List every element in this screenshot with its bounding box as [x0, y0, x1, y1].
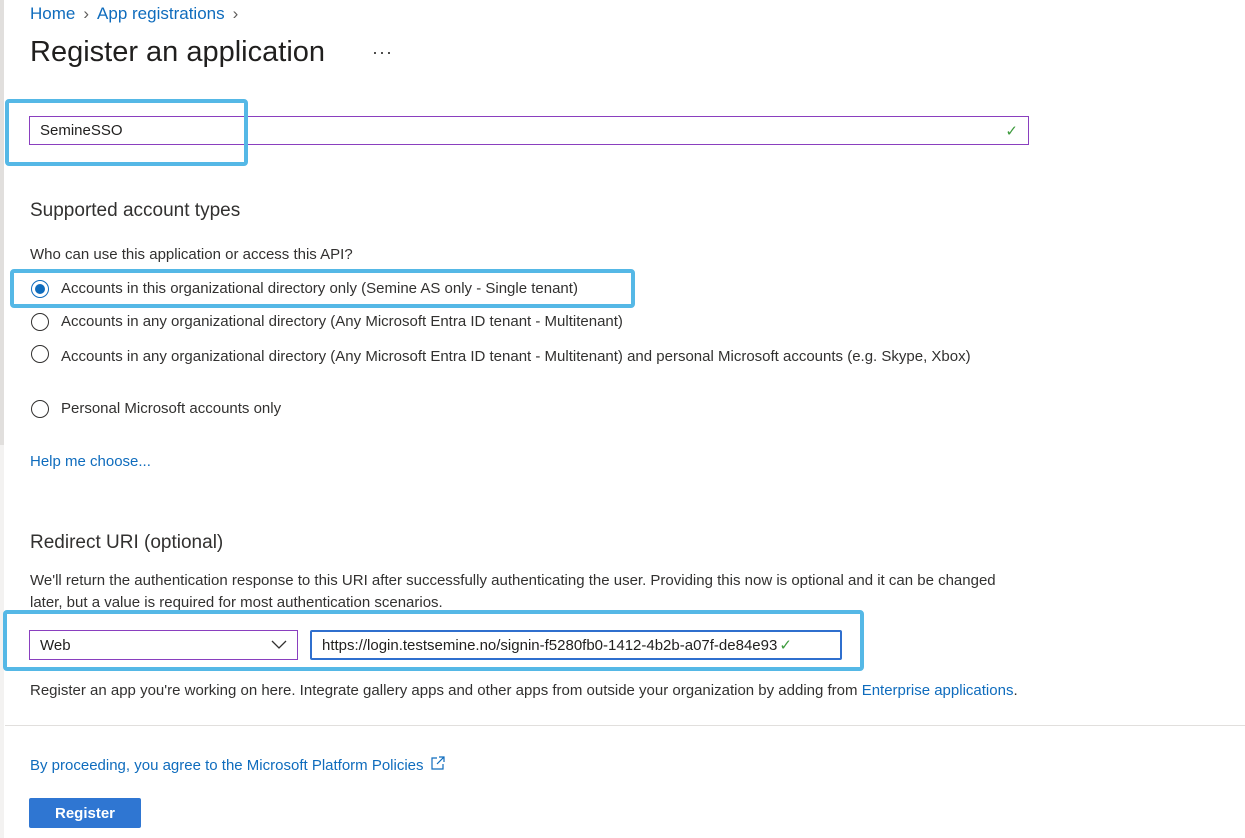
- register-button[interactable]: Register: [29, 798, 141, 828]
- register-note: Register an app you're working on here. …: [30, 682, 1018, 699]
- checkmark-icon: ✓: [1005, 122, 1018, 140]
- radio-icon: [31, 345, 49, 363]
- highlight-box: [10, 269, 635, 308]
- external-link-icon: [430, 755, 446, 775]
- note-end: .: [1013, 682, 1018, 699]
- radio-multitenant[interactable]: Accounts in any organizational directory…: [31, 313, 623, 331]
- breadcrumb: Home › App registrations ›: [30, 4, 238, 24]
- chevron-right-icon: ›: [83, 4, 90, 23]
- highlight-box: [5, 99, 248, 166]
- radio-personal-only[interactable]: Personal Microsoft accounts only: [31, 400, 281, 418]
- radio-multitenant-personal[interactable]: Accounts in any organizational directory…: [31, 345, 1021, 368]
- account-types-question: Who can use this application or access t…: [30, 246, 353, 263]
- chevron-right-icon: ›: [232, 4, 239, 23]
- help-me-choose-link[interactable]: Help me choose...: [30, 453, 151, 470]
- radio-label: Accounts in any organizational directory…: [61, 313, 623, 330]
- breadcrumb-home[interactable]: Home: [30, 4, 75, 24]
- redirect-description: We'll return the authentication response…: [30, 572, 996, 611]
- left-border: [0, 0, 4, 445]
- enterprise-applications-link[interactable]: Enterprise applications: [862, 682, 1014, 699]
- radio-label: Accounts in any organizational directory…: [61, 348, 971, 365]
- policy-link-text: By proceeding, you agree to the Microsof…: [30, 756, 424, 774]
- redirect-uri-heading: Redirect URI (optional): [30, 532, 224, 553]
- account-types-heading: Supported account types: [30, 200, 241, 221]
- more-options-button[interactable]: ···: [372, 42, 393, 63]
- page-title: Register an application: [30, 36, 326, 68]
- radio-icon: [31, 400, 49, 418]
- divider: [5, 725, 1245, 726]
- highlight-box: [3, 610, 864, 671]
- radio-label: Personal Microsoft accounts only: [61, 400, 282, 417]
- note-text: Register an app you're working on here. …: [30, 682, 862, 699]
- radio-icon: [31, 313, 49, 331]
- breadcrumb-app-registrations[interactable]: App registrations: [97, 4, 225, 24]
- platform-policies-link[interactable]: By proceeding, you agree to the Microsof…: [30, 755, 446, 775]
